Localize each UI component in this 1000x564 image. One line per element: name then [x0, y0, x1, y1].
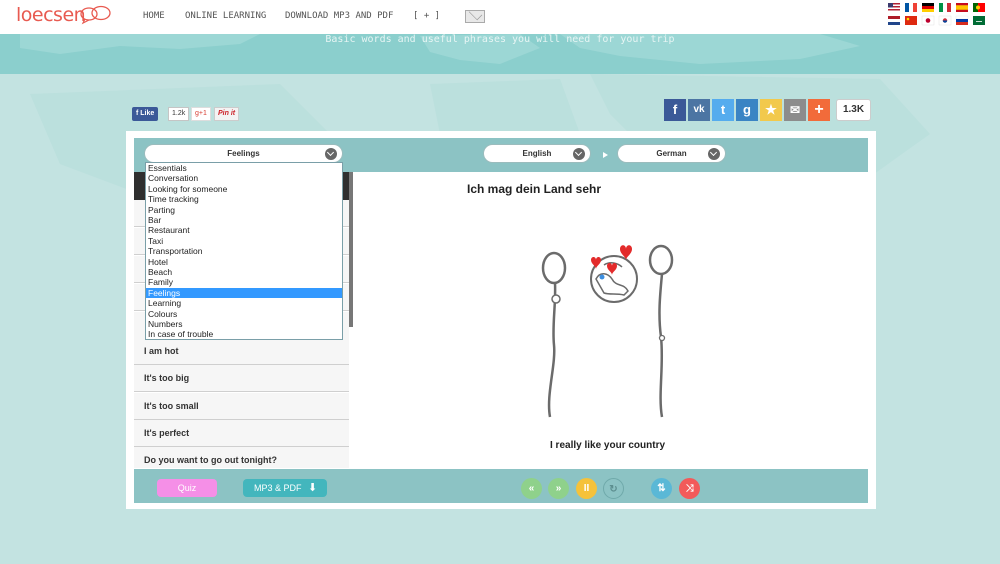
phrase-illustration [541, 244, 674, 418]
phrase-source-language: I really like your country [550, 440, 666, 451]
flag-kr-icon [938, 15, 952, 26]
fb-like-label: Like [140, 110, 155, 117]
share-google-icon[interactable]: g [736, 99, 758, 121]
top-navbar: loecsen HOME ONLINE LEARNING DOWNLOAD MP… [0, 0, 1000, 34]
flag-cn-icon [905, 16, 917, 25]
logo-text: loecsen [16, 4, 86, 26]
google-plus-button[interactable]: g+1 [191, 107, 211, 121]
shuffle-icon[interactable]: ⤨ [679, 478, 700, 499]
facebook-like-button[interactable]: f Like [132, 107, 159, 121]
list-item[interactable]: I am hot [134, 338, 349, 365]
dropdown-option[interactable]: Hotel [146, 257, 342, 267]
quiz-button[interactable]: Quiz [157, 479, 217, 497]
share-email-icon[interactable]: ✉ [784, 99, 806, 121]
share-more-icon[interactable]: + [808, 99, 830, 121]
tagline: Basic words and useful phrases you will … [325, 34, 675, 45]
chevron-down-icon [325, 148, 337, 160]
chevron-down-icon [708, 148, 720, 160]
language-from-value: English [522, 149, 552, 158]
dropdown-option[interactable]: Numbers [146, 319, 342, 329]
chevron-down-icon [573, 148, 585, 160]
share-vkontakte-icon[interactable]: vk [688, 99, 710, 121]
pin-it-button[interactable]: Pin it [214, 107, 240, 121]
list-item[interactable]: It's perfect [134, 420, 349, 447]
dropdown-option[interactable]: Transportation [146, 246, 342, 256]
dropdown-option[interactable]: Colours [146, 309, 342, 319]
language-to-value: German [656, 149, 687, 158]
flag-ru-icon [955, 15, 969, 25]
nav-download-mp3-pdf[interactable]: DOWNLOAD MP3 AND PDF [285, 11, 393, 21]
dropdown-option[interactable]: Time tracking [146, 194, 342, 204]
envelope-icon[interactable] [465, 10, 485, 23]
nav-more[interactable]: [ + ] [413, 11, 440, 21]
banner: Basic words and useful phrases you will … [0, 34, 1000, 74]
nav-online-learning[interactable]: ONLINE LEARNING [185, 11, 266, 21]
logo[interactable]: loecsen [16, 4, 111, 26]
dropdown-option[interactable]: Essentials [146, 163, 342, 173]
flag-us-icon [888, 3, 900, 12]
share-facebook-icon[interactable]: f [664, 99, 686, 121]
pause-icon[interactable]: II [576, 478, 597, 499]
favorite-star-icon[interactable]: ★ [760, 99, 782, 121]
flag-sa-icon [973, 16, 985, 25]
flag-es-icon [956, 3, 968, 12]
flags-grid[interactable] [888, 3, 988, 29]
dropdown-option[interactable]: In case of trouble [146, 329, 342, 339]
list-item[interactable]: It's too small [134, 393, 349, 420]
dropdown-option[interactable]: Parting [146, 205, 342, 215]
speech-bubbles-icon [80, 5, 111, 25]
dropdown-option[interactable]: Taxi [146, 236, 342, 246]
dropdown-option[interactable]: Restaurant [146, 225, 342, 235]
settings-sliders-icon[interactable]: ⇅ [651, 478, 672, 499]
category-select[interactable]: Feelings [144, 144, 343, 163]
dropdown-option[interactable]: Learning [146, 298, 342, 308]
phrase-list-scrollbar[interactable] [349, 172, 353, 327]
facebook-like-count: 1.2k [168, 107, 190, 121]
replay-icon[interactable]: ↻ [603, 478, 624, 499]
category-select-value: Feelings [227, 149, 260, 158]
dropdown-option[interactable]: Beach [146, 267, 342, 277]
mp3-pdf-label: MP3 & PDF [254, 483, 302, 493]
arrow-right-icon [603, 152, 608, 158]
list-item[interactable]: It's too big [134, 365, 349, 392]
previous-icon[interactable]: « [521, 478, 542, 499]
dropdown-option-selected[interactable]: Feelings [146, 287, 342, 299]
flag-de-icon [922, 3, 934, 12]
nav-home[interactable]: HOME [143, 11, 165, 21]
list-item[interactable]: Do you want to go out tonight? [134, 447, 349, 468]
language-to-select[interactable]: German [617, 144, 726, 163]
dropdown-option[interactable]: Bar [146, 215, 342, 225]
language-from-select[interactable]: English [483, 144, 591, 163]
next-icon[interactable]: » [548, 478, 569, 499]
share-count: 1.3K [836, 99, 871, 121]
flag-fr-icon [905, 3, 917, 12]
mp3-pdf-button[interactable]: MP3 & PDF ⬇ [243, 479, 327, 497]
dropdown-option[interactable]: Conversation [146, 173, 342, 183]
dropdown-option[interactable]: Family [146, 277, 342, 287]
phrase-target-language: Ich mag dein Land sehr [467, 182, 602, 196]
flag-it-icon [939, 3, 951, 12]
download-arrow-icon: ⬇ [308, 482, 318, 494]
flag-jp-icon [921, 15, 935, 26]
category-dropdown[interactable]: Essentials Conversation Looking for some… [145, 162, 343, 340]
dropdown-option[interactable]: Looking for someone [146, 184, 342, 194]
language-flags [888, 3, 988, 34]
flag-pt-icon [973, 3, 985, 12]
share-twitter-icon[interactable]: t [712, 99, 734, 121]
flag-nl-icon [888, 16, 900, 25]
